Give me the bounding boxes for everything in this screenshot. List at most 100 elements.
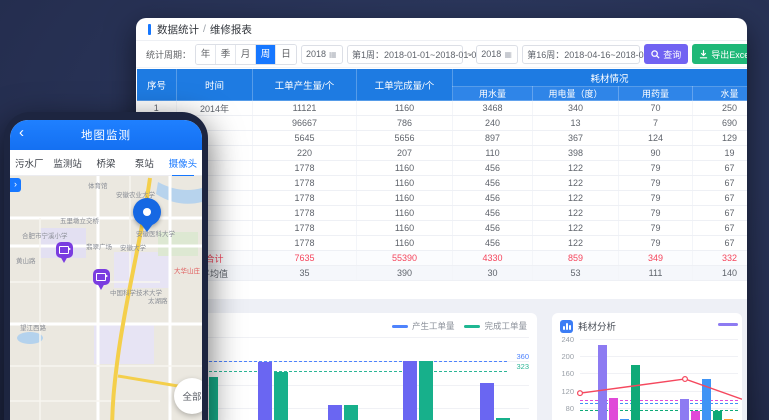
map-view[interactable]: › 体育馆安徽农业大学五里墩立交桥合肥市宁溪小学翡翠广场安徽大学安徽医科大学黄山… [10,176,202,420]
map-expander-button[interactable]: › [10,178,21,192]
table-cell: 79 [619,206,693,221]
start-week-value: 第1周：2018-01-01~2018-01-07 [352,48,481,61]
reference-label: 360 [516,352,529,361]
chart-gridline [580,339,738,340]
table-cell: 1778 [253,191,357,206]
legend-item-1[interactable]: 完成工单量 [464,320,527,332]
bar-完成工单量-2 [419,361,433,420]
phone-header: ‹ 地图监测 [10,120,202,150]
period-segmented-control: 年季月周日 [195,44,297,65]
start-year-value: 2018 [306,49,326,59]
period-option-3[interactable]: 周 [256,45,276,64]
legend-swatch-partial [718,323,738,326]
phone-tab-1[interactable]: 监测站 [48,156,86,170]
table-cell: 67 [693,176,748,191]
map-label: 黄山路 [16,255,36,265]
export-button-label: 导出Excel [711,48,747,61]
table-cell: 90 [619,146,693,161]
table-cell: 456 [453,161,533,176]
y-tick-label: 200 [552,352,574,361]
phone-tab-0[interactable]: 污水厂 [10,156,48,170]
table-cell: 11121 [253,101,357,116]
column-header-2: 工单产生量/个 [253,69,357,101]
table-cell: 5645 [253,131,357,146]
table-cell: 786 [357,116,453,131]
table-row: 10177811604561227967 [137,236,748,251]
table-cell: 456 [453,176,533,191]
show-all-button[interactable]: 全部 [174,378,202,414]
table-cell: 456 [453,236,533,251]
period-option-1[interactable]: 季 [216,45,236,64]
range-separator: ~ [467,49,472,59]
magnifier-icon [651,50,660,59]
y-tick-label: 120 [552,387,574,396]
start-year-picker[interactable]: 2018 ▦ [301,45,343,64]
bar-group1-3 [713,411,722,420]
bar-产生工单量-1 [328,405,342,420]
map-label: 翡翠广场 [86,241,112,251]
calendar-icon: ▦ [329,50,337,59]
end-year-value: 2018 [481,49,501,59]
table-row: 296667786240137690 [137,116,748,131]
sub-column-header-1: 用电量（度） [533,87,619,101]
table-cell: 220 [253,146,357,161]
end-week-picker[interactable]: 第16周：2018-04-16~2018-04-22 [522,45,640,64]
query-button[interactable]: 查询 [644,44,688,64]
bar-产生工单量-0 [258,362,272,420]
phone-tab-3[interactable]: 泵站 [125,156,163,170]
map-label: 合肥市宁溪小学 [22,230,68,240]
table-cell: 250 [693,101,748,116]
breadcrumb-accent-bar [148,24,151,35]
phone-tab-4[interactable]: 摄像头 [164,156,202,170]
start-week-picker[interactable]: 第1周：2018-01-01~2018-01-07 [347,45,463,64]
table-cell: 456 [453,221,533,236]
table-cell: 122 [533,236,619,251]
period-label: 统计周期： [146,48,191,61]
period-option-0[interactable]: 年 [196,45,216,64]
table-cell: 79 [619,221,693,236]
table-row: 6177811604561227967 [137,176,748,191]
table-cell: 398 [533,146,619,161]
breadcrumb: 数据统计 / 维修报表 [136,18,747,41]
sub-column-header-0: 用水量 [453,87,533,101]
back-icon[interactable]: ‹ [19,124,24,141]
period-option-4[interactable]: 日 [276,45,296,64]
table-cell: 1778 [253,176,357,191]
filter-bar: 统计周期： 年季月周日 2018 ▦ 第1周：2018-01-01~2018-0… [136,41,747,68]
chart-title: 耗材分析 [578,319,616,333]
table-cell: 456 [453,191,533,206]
bar-group0-1 [609,398,618,420]
table-cell: 859 [533,251,619,266]
table-cell: 456 [453,206,533,221]
map-pin-selected[interactable] [133,198,161,226]
breadcrumb-separator: / [203,23,206,35]
table-cell: 129 [693,131,748,146]
chart-gridline [204,337,529,338]
bar-产生工单量-3 [480,383,494,420]
table-cell: 122 [533,221,619,236]
column-header-1: 时间 [177,69,253,101]
bar-group0-3 [631,365,640,420]
bar-完成工单量-1 [344,405,358,420]
legend-item-0[interactable]: 产生工单量 [392,320,455,332]
page-title: 维修报表 [210,22,252,37]
table-cell: 240 [453,116,533,131]
table-cell: 7635 [253,251,357,266]
consumable-chart-card: 耗材分析2402001601208040 [552,313,742,420]
phone-tab-2[interactable]: 桥梁 [87,156,125,170]
table-cell: 35 [253,266,357,281]
export-excel-button[interactable]: 导出Excel [692,44,747,64]
camera-pin[interactable] [56,242,73,258]
table-cell: 140 [693,266,748,281]
map-label: 望江西路 [20,322,46,332]
y-tick-label: 240 [552,335,574,344]
end-year-picker[interactable]: 2018 ▦ [476,45,518,64]
table-cell: 111 [619,266,693,281]
period-option-2[interactable]: 月 [236,45,256,64]
column-header-3: 工单完成量/个 [357,69,453,101]
table-row: 356455656897367124129 [137,131,748,146]
camera-pin[interactable] [93,269,110,285]
calendar-icon: ▦ [504,50,512,59]
table-cell: 79 [619,176,693,191]
table-cell: 67 [693,236,748,251]
